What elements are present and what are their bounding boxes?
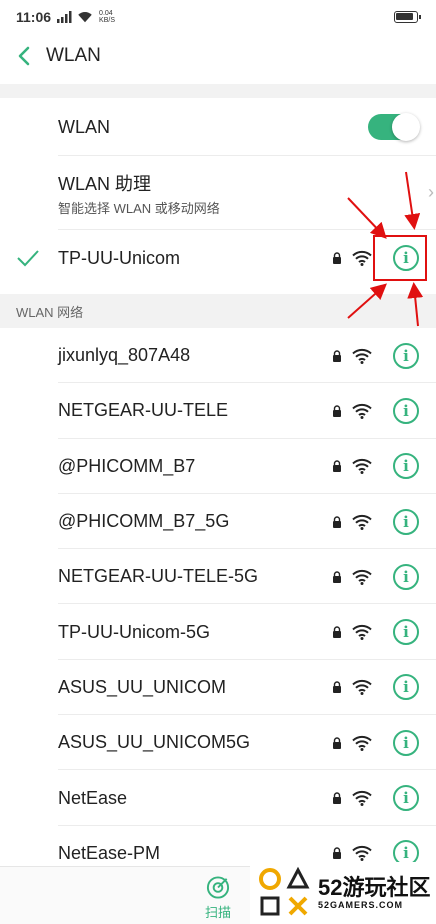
wifi-signal-icon — [352, 250, 372, 266]
network-row[interactable]: TP-UU-Unicom-5G i — [0, 605, 436, 660]
networks-section-header: WLAN 网络 — [0, 294, 436, 328]
wifi-status-icon — [78, 12, 92, 23]
watermark-logo-icon — [259, 866, 310, 916]
lock-icon — [333, 405, 341, 417]
network-name: ASUS_UU_UNICOM5G — [58, 732, 251, 753]
scan-button[interactable]: 扫描 — [196, 875, 240, 921]
connected-network-name: TP-UU-Unicom — [58, 247, 181, 268]
battery-icon — [394, 11, 421, 23]
network-row[interactable]: NetEase i — [0, 770, 436, 826]
page-header: WLAN — [0, 34, 436, 78]
wifi-signal-icon — [352, 680, 372, 696]
wifi-signal-icon — [352, 625, 372, 641]
network-name: jixunlyq_807A48 — [58, 345, 191, 366]
info-icon[interactable]: i — [393, 729, 419, 756]
info-icon[interactable]: i — [393, 342, 419, 369]
wlan-assistant-title: WLAN 助理 — [58, 174, 152, 194]
status-icons: 0.04 KB/S — [57, 10, 115, 24]
watermark-subtitle: 52GAMERS.COM — [318, 900, 404, 910]
checkmark-icon — [17, 250, 39, 267]
wifi-signal-icon — [352, 846, 372, 862]
section-gap — [0, 84, 436, 98]
wlan-assistant-row[interactable]: WLAN 助理 智能选择 WLAN 或移动网络 › — [0, 156, 436, 230]
toggle-knob — [392, 113, 420, 141]
scan-label: 扫描 — [204, 905, 231, 920]
info-icon[interactable]: i — [393, 785, 419, 812]
lock-icon — [333, 792, 341, 805]
lock-icon — [333, 737, 341, 749]
lock-icon — [333, 515, 341, 528]
network-name: @PHICOMM_B7_5G — [58, 511, 230, 532]
connected-network-row[interactable]: TP-UU-Unicom i — [0, 230, 436, 286]
annotation-highlight-box — [373, 235, 427, 281]
wifi-signal-icon — [352, 569, 372, 585]
status-bar: 11:06 0.04 KB/S — [0, 0, 436, 34]
wifi-signal-icon — [352, 735, 372, 751]
chevron-left-icon — [18, 46, 30, 66]
back-button[interactable] — [6, 34, 42, 78]
network-name: NetEase — [58, 787, 128, 808]
wifi-signal-icon — [352, 459, 372, 475]
info-icon[interactable]: i — [393, 508, 419, 535]
network-row[interactable]: @PHICOMM_B7_5G i — [0, 494, 436, 550]
network-row[interactable]: NETGEAR-UU-TELE i — [0, 383, 436, 439]
page-title: WLAN — [46, 45, 101, 66]
watermark-title: 52游玩社区 — [318, 875, 431, 900]
network-row[interactable]: @PHICOMM_B7 i — [0, 439, 436, 494]
wlan-toggle-switch[interactable] — [368, 113, 420, 141]
info-icon[interactable]: i — [393, 397, 419, 424]
network-row[interactable]: NETGEAR-UU-TELE-5G i — [0, 549, 436, 605]
wlan-toggle-label: WLAN — [58, 116, 111, 137]
lock-icon — [333, 460, 341, 473]
lock-icon — [333, 349, 341, 362]
status-time: 11:06 — [16, 9, 52, 25]
wlan-assistant-subtitle: 智能选择 WLAN 或移动网络 — [58, 201, 220, 216]
wifi-signal-icon — [352, 514, 372, 530]
network-row[interactable]: ASUS_UU_UNICOM5G i — [0, 715, 436, 771]
lock-icon — [333, 681, 341, 694]
wifi-signal-icon — [352, 403, 372, 419]
network-speed-unit: KB/S — [99, 17, 115, 24]
info-icon[interactable]: i — [393, 453, 419, 480]
network-name: TP-UU-Unicom-5G — [58, 621, 211, 642]
wifi-signal-icon — [352, 790, 372, 807]
scan-icon — [206, 876, 230, 899]
network-row[interactable]: jixunlyq_807A48 i — [0, 328, 436, 384]
lock-icon — [333, 626, 341, 639]
network-speed-value: 0.04 — [99, 10, 113, 17]
network-name: NETGEAR-UU-TELE-5G — [58, 566, 259, 587]
lock-icon — [333, 571, 341, 583]
watermark: 52游玩社区 52GAMERS.COM — [250, 862, 436, 924]
network-row[interactable]: ASUS_UU_UNICOM i — [0, 660, 436, 716]
lock-icon — [333, 847, 341, 860]
wifi-signal-icon — [352, 348, 372, 364]
watermark-text: 52游玩社区 52GAMERS.COM — [318, 875, 431, 911]
network-name: ASUS_UU_UNICOM — [58, 676, 227, 697]
network-name: NETGEAR-UU-TELE — [58, 400, 229, 421]
info-icon[interactable]: i — [393, 674, 419, 701]
wlan-toggle-row[interactable]: WLAN — [0, 98, 436, 156]
mobile-signal-icon — [57, 11, 72, 23]
info-icon[interactable]: i — [393, 619, 419, 646]
network-speed: 0.04 KB/S — [99, 10, 115, 24]
lock-icon — [333, 252, 341, 264]
info-icon[interactable]: i — [393, 563, 419, 590]
network-name: NetEase-PM — [58, 842, 161, 863]
network-name: @PHICOMM_B7 — [58, 455, 196, 476]
chevron-right-icon: › — [428, 182, 434, 202]
